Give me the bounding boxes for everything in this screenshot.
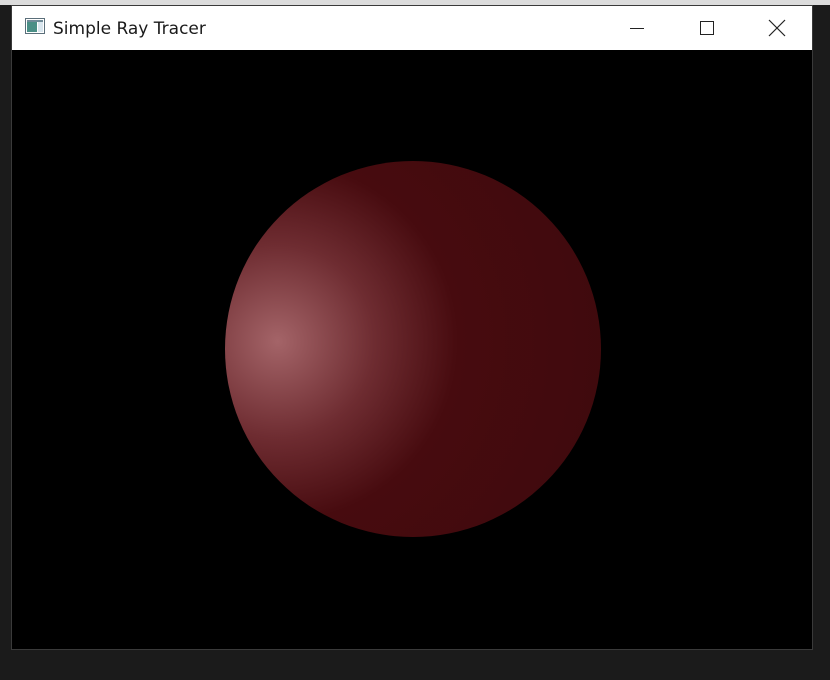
maximize-button[interactable] bbox=[672, 6, 742, 50]
render-viewport bbox=[12, 50, 812, 649]
close-icon bbox=[768, 19, 786, 37]
ray-tracer-window: Simple Ray Tracer bbox=[11, 5, 813, 650]
window-app-icon bbox=[25, 18, 45, 34]
render-canvas bbox=[12, 50, 812, 649]
desktop-background: Simple Ray Tracer bbox=[0, 0, 830, 680]
red-sphere bbox=[225, 161, 601, 537]
minimize-button[interactable] bbox=[602, 6, 672, 50]
minimize-icon bbox=[630, 28, 644, 29]
maximize-icon bbox=[700, 21, 714, 35]
title-bar[interactable]: Simple Ray Tracer bbox=[12, 6, 812, 50]
close-button[interactable] bbox=[742, 6, 812, 50]
window-title: Simple Ray Tracer bbox=[53, 19, 206, 39]
